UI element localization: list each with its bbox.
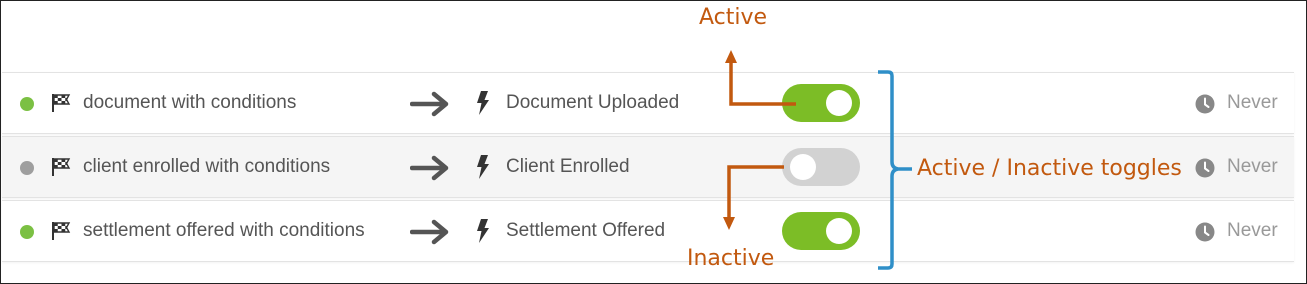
last-run-text: Never xyxy=(1227,92,1278,113)
status-dot-active xyxy=(20,225,34,239)
inactive-toggle[interactable] xyxy=(782,148,860,186)
clock-icon xyxy=(1195,94,1215,114)
annotation-active-label: Active xyxy=(699,5,768,30)
lightning-bolt-icon xyxy=(477,219,489,243)
rule-row[interactable]: settlement offered with conditions Settl… xyxy=(2,200,1294,262)
rule-row[interactable]: document with conditions Document Upload… xyxy=(2,72,1294,134)
active-toggle[interactable] xyxy=(782,212,860,250)
trigger-name: Client Enrolled xyxy=(506,156,630,177)
checkered-flag-icon xyxy=(52,94,71,112)
toggle-knob xyxy=(790,154,816,180)
rule-name[interactable]: document with conditions xyxy=(83,92,296,114)
lightning-bolt-icon xyxy=(477,91,489,115)
status-dot-inactive xyxy=(20,161,34,175)
toggle-knob xyxy=(826,90,852,116)
toggle-knob xyxy=(826,218,852,244)
checkered-flag-icon xyxy=(52,222,71,240)
annotation-inactive-label: Inactive xyxy=(687,246,775,271)
arrow-right-icon xyxy=(410,91,449,117)
rule-name[interactable]: settlement offered with conditions xyxy=(83,220,365,242)
annotation-toggles-label: Active / Inactive toggles xyxy=(917,156,1182,181)
trigger-name: Settlement Offered xyxy=(506,220,666,241)
checkered-flag-icon xyxy=(52,158,71,176)
lightning-bolt-icon xyxy=(477,155,489,179)
clock-icon xyxy=(1195,158,1215,178)
last-run-text: Never xyxy=(1227,220,1278,241)
arrow-right-icon xyxy=(410,219,449,245)
clock-icon xyxy=(1195,222,1215,242)
trigger-name: Document Uploaded xyxy=(506,92,680,113)
arrow-right-icon xyxy=(410,155,449,181)
active-toggle[interactable] xyxy=(782,84,860,122)
rule-name[interactable]: client enrolled with conditions xyxy=(83,156,330,178)
status-dot-active xyxy=(20,97,34,111)
last-run-text: Never xyxy=(1227,156,1278,177)
